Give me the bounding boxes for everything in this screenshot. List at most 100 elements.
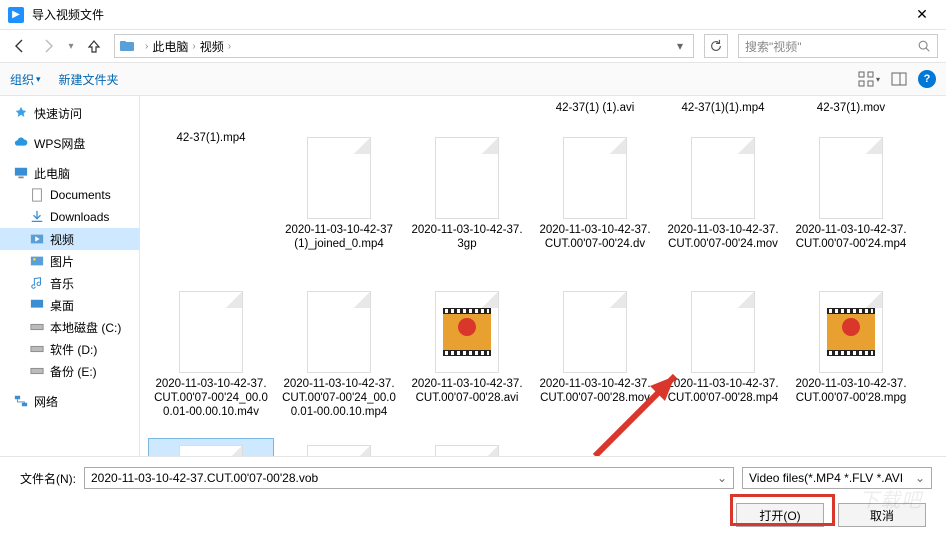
cloud-icon (14, 136, 28, 150)
refresh-button[interactable] (704, 34, 728, 58)
chevron-down-icon[interactable]: ⌄ (915, 471, 925, 485)
cancel-button[interactable]: 取消 (838, 503, 926, 527)
crumb-sep: › (145, 41, 148, 52)
crumb-pc[interactable]: 此电脑 (152, 38, 188, 55)
sidebar-item-diskd[interactable]: 软件 (D:) (0, 338, 139, 360)
filter-value: Video files(*.MP4 *.FLV *.AVI (749, 471, 903, 485)
file-thumb-icon (307, 445, 371, 456)
preview-pane-button[interactable] (888, 68, 910, 90)
sidebar-item-pictures[interactable]: 图片 (0, 250, 139, 272)
up-button[interactable] (82, 34, 106, 58)
sidebar-item-downloads[interactable]: Downloads (0, 206, 139, 228)
file-thumb-icon (307, 137, 371, 219)
new-folder-button[interactable]: 新建文件夹 (59, 71, 119, 88)
file-thumb-icon (435, 137, 499, 219)
file-item-partial[interactable]: 42-37(1) (1).avi (532, 100, 658, 128)
help-button[interactable]: ? (918, 70, 936, 88)
file-name: 42-37(1).mov (817, 101, 885, 115)
picture-icon (30, 254, 44, 268)
file-area[interactable]: 42-37(1) (1).avi 42-37(1)(1).mp4 42-37(1).… (140, 96, 946, 456)
crumb-sep: › (192, 41, 195, 52)
file-item[interactable]: 2020-11-03-10-42-37.CUT.00'07-00'28.mov (532, 284, 658, 436)
file-item[interactable]: 2020-11-03-10-42-37.mov (404, 438, 530, 456)
bottom-bar: 文件名(N): 2020-11-03-10-42-37.CUT.00'07-00… (0, 456, 946, 535)
search-icon (917, 39, 931, 53)
sidebar-item-desktop[interactable]: 桌面 (0, 294, 139, 316)
file-item-partial[interactable]: 42-37(1).mov (788, 100, 914, 128)
history-dropdown[interactable]: ▾ (64, 34, 78, 58)
app-icon: ▶ (8, 7, 24, 23)
sidebar-item-documents[interactable]: Documents (0, 184, 139, 206)
file-name: 2020-11-03-10-42-37.CUT.00'07-00'28.avi (409, 377, 525, 405)
file-item-partial[interactable]: 42-37(1)(1).mp4 (660, 100, 786, 128)
window-title: 导入视频文件 (32, 6, 902, 23)
file-item[interactable]: 2020-11-03-10-42-37.dv (276, 438, 402, 456)
pc-icon (14, 166, 28, 180)
file-thumb-icon (179, 291, 243, 373)
file-item[interactable]: 2020-11-03-10-42-37.3gp (404, 130, 530, 282)
file-thumb-icon (563, 137, 627, 219)
view-mode-button[interactable]: ▾ (858, 68, 880, 90)
sidebar-item-quick[interactable]: 快速访问 (0, 102, 139, 124)
doc-icon (30, 188, 44, 202)
file-name: 42-37(1) (1).avi (556, 101, 635, 115)
file-item[interactable]: 2020-11-03-10-42-37.CUT.00'07-00'28.mpg (788, 284, 914, 436)
file-item[interactable]: 2020-11-03-10-42-37.CUT.00'07-00'24_00.0… (148, 284, 274, 436)
file-name: 2020-11-03-10-42-37.3gp (409, 223, 525, 251)
disk-icon (30, 320, 44, 334)
file-thumb-icon (307, 291, 371, 373)
file-name: 2020-11-03-10-42-37.CUT.00'07-00'24_00.0… (281, 377, 397, 419)
file-thumb-icon (563, 291, 627, 373)
filetype-filter[interactable]: Video files(*.MP4 *.FLV *.AVI ⌄ (742, 467, 932, 489)
file-name: 2020-11-03-10-42-37.CUT.00'07-00'24_00.0… (153, 377, 269, 419)
sidebar-item-videos[interactable]: 视频 (0, 228, 139, 250)
organize-menu[interactable]: 组织 ▾ (10, 71, 41, 88)
download-icon (30, 210, 44, 224)
sidebar-item-diskc[interactable]: 本地磁盘 (C:) (0, 316, 139, 338)
file-item[interactable]: 2020-11-03-10-42-37.CUT.00'07-00'28.vob (148, 438, 274, 456)
file-item[interactable]: 2020-11-03-10-42-37.CUT.00'07-00'24.dv (532, 130, 658, 282)
crumb-dropdown[interactable]: ▾ (671, 39, 689, 53)
file-thumb-icon (819, 137, 883, 219)
sidebar-item-network[interactable]: 网络 (0, 390, 139, 412)
sidebar-item-wps[interactable]: WPS网盘 (0, 132, 139, 154)
file-thumb-icon (179, 445, 243, 456)
open-button[interactable]: 打开(O) (736, 503, 824, 527)
forward-button[interactable] (36, 34, 60, 58)
back-button[interactable] (8, 34, 32, 58)
sidebar-item-diske[interactable]: 备份 (E:) (0, 360, 139, 382)
crumb-sep: › (228, 41, 231, 52)
titlebar: ▶ 导入视频文件 ✕ (0, 0, 946, 30)
file-name: 2020-11-03-10-42-37.CUT.00'07-00'24.mov (665, 223, 781, 251)
video-folder-icon (30, 232, 44, 246)
file-thumb-icon (691, 137, 755, 219)
file-item-partial[interactable]: 42-37(1).mp4 (148, 130, 274, 158)
file-name: 2020-11-03-10-42-37.CUT.00'07-00'24.dv (537, 223, 653, 251)
search-input[interactable]: 搜索"视频" (738, 34, 938, 58)
sidebar-item-pc[interactable]: 此电脑 (0, 162, 139, 184)
filename-label: 文件名(N): (14, 470, 76, 487)
file-item[interactable]: 2020-11-03-10-42-37.CUT.00'07-00'28.mp4 (660, 284, 786, 436)
file-name: 42-37(1)(1).mp4 (681, 101, 764, 115)
file-name: 42-37(1).mp4 (176, 131, 245, 145)
file-name: 2020-11-03-10-42-37.CUT.00'07-00'24.mp4 (793, 223, 909, 251)
file-name: 2020-11-03-10-42-37.CUT.00'07-00'28.mp4 (665, 377, 781, 405)
music-icon (30, 276, 44, 290)
file-item[interactable]: 2020-11-03-10-42-37.CUT.00'07-00'24.mov (660, 130, 786, 282)
sidebar-item-music[interactable]: 音乐 (0, 272, 139, 294)
chevron-down-icon[interactable]: ⌄ (717, 471, 727, 485)
file-item[interactable]: 2020-11-03-10-42-37(1)_joined_0.mp4 (276, 130, 402, 282)
file-thumb-icon (691, 291, 755, 373)
close-button[interactable]: ✕ (902, 1, 942, 29)
disk-icon (30, 364, 44, 378)
sidebar: 快速访问 WPS网盘 此电脑 Documents Downloads 视频 图片… (0, 96, 140, 456)
crumb-videos[interactable]: 视频 (200, 38, 224, 55)
file-item[interactable]: 2020-11-03-10-42-37.CUT.00'07-00'24.mp4 (788, 130, 914, 282)
folder-icon (119, 38, 135, 54)
video-thumb-icon (435, 291, 499, 373)
filename-input[interactable]: 2020-11-03-10-42-37.CUT.00'07-00'28.vob … (84, 467, 734, 489)
filename-value: 2020-11-03-10-42-37.CUT.00'07-00'28.vob (91, 471, 318, 485)
file-item[interactable]: 2020-11-03-10-42-37.CUT.00'07-00'28.avi (404, 284, 530, 436)
breadcrumb[interactable]: › 此电脑 › 视频 › ▾ (114, 34, 694, 58)
file-item[interactable]: 2020-11-03-10-42-37.CUT.00'07-00'24_00.0… (276, 284, 402, 436)
